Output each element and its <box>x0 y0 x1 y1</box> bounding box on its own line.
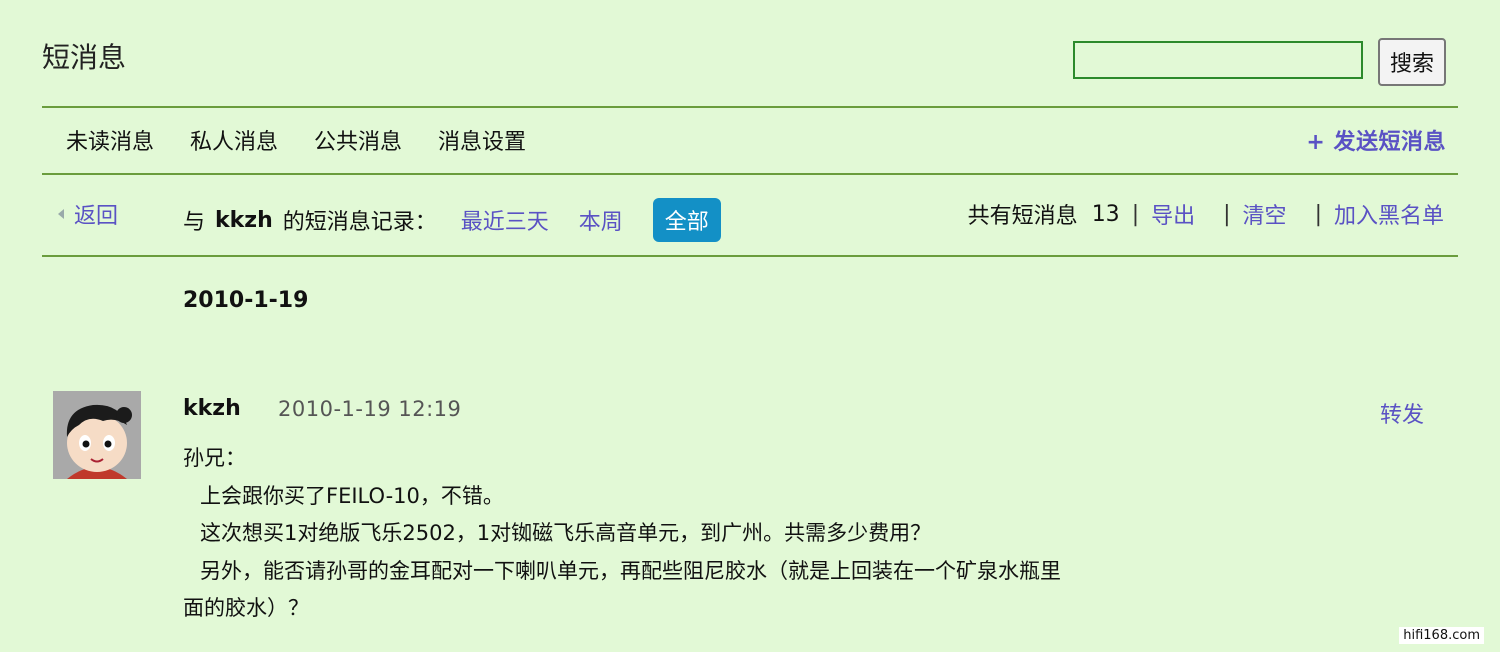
send-message-link[interactable]: + 发送短消息 <box>1306 124 1446 156</box>
clear-link[interactable]: 清空 <box>1243 198 1287 230</box>
record-user: kkzh <box>215 207 273 233</box>
message-time: 2010-1-19 12:19 <box>278 397 462 421</box>
search-input[interactable] <box>1073 41 1363 79</box>
back-label: 返回 <box>74 204 119 229</box>
filter-this-week[interactable]: 本周 <box>579 204 623 236</box>
divider <box>42 173 1458 175</box>
record-suffix: 的短消息记录： <box>282 210 437 235</box>
message-line: 孙兄： <box>183 446 246 470</box>
avatar[interactable] <box>53 391 141 479</box>
message-line: 另外，能否请孙哥的金耳配对一下喇叭单元，再配些阻尼胶水（就是上回装在一个矿泉水瓶… <box>200 558 1061 583</box>
page-title: 短消息 <box>42 41 127 74</box>
separator: | <box>1131 201 1140 227</box>
message-tabs: 未读消息 私人消息 公共消息 消息设置 <box>66 124 526 156</box>
count-label: 共有短消息 <box>967 204 1078 229</box>
tab-settings[interactable]: 消息设置 <box>438 124 526 156</box>
separator: | <box>1314 201 1322 227</box>
message-line: 这次想买1对绝版飞乐2502，1对铷磁飞乐高音单元，到广州。共需多少费用？ <box>200 521 932 545</box>
date-group-heading: 2010-1-19 <box>183 288 309 313</box>
filter-last-three-days[interactable]: 最近三天 <box>461 204 549 236</box>
divider <box>42 106 1458 108</box>
separator: | <box>1223 201 1231 227</box>
back-arrow-icon <box>58 209 64 219</box>
record-bar: 与 kkzh 的短消息记录： 最近三天 本周 全部 <box>183 198 721 242</box>
avatar-face-icon <box>53 391 141 479</box>
message-body: 孙兄： 上会跟你买了FEILO-10，不错。 这次想买1对绝版飞乐2502，1对… <box>183 440 1223 628</box>
message-count: 13 <box>1091 201 1120 227</box>
forward-link[interactable]: 转发 <box>1380 397 1424 429</box>
divider <box>42 255 1458 257</box>
blacklist-link[interactable]: 加入黑名单 <box>1334 198 1444 230</box>
tab-public[interactable]: 公共消息 <box>314 124 402 156</box>
back-link[interactable]: 返回 <box>58 198 118 230</box>
tab-private[interactable]: 私人消息 <box>190 124 278 156</box>
watermark: hifi168.com <box>1399 627 1484 644</box>
record-stats: 共有短消息 13 | 导出 | 清空 | 加入黑名单 <box>968 198 1444 230</box>
tab-unread[interactable]: 未读消息 <box>66 124 154 156</box>
message-author[interactable]: kkzh <box>183 396 241 421</box>
message-line: 面的胶水）？ <box>183 596 309 620</box>
search-button[interactable]: 搜索 <box>1378 38 1446 86</box>
message-line: 上会跟你买了FEILO-10，不错。 <box>200 483 504 508</box>
record-prefix: 与 <box>183 210 206 235</box>
export-link[interactable]: 导出 <box>1151 198 1195 230</box>
filter-all[interactable]: 全部 <box>652 198 721 242</box>
